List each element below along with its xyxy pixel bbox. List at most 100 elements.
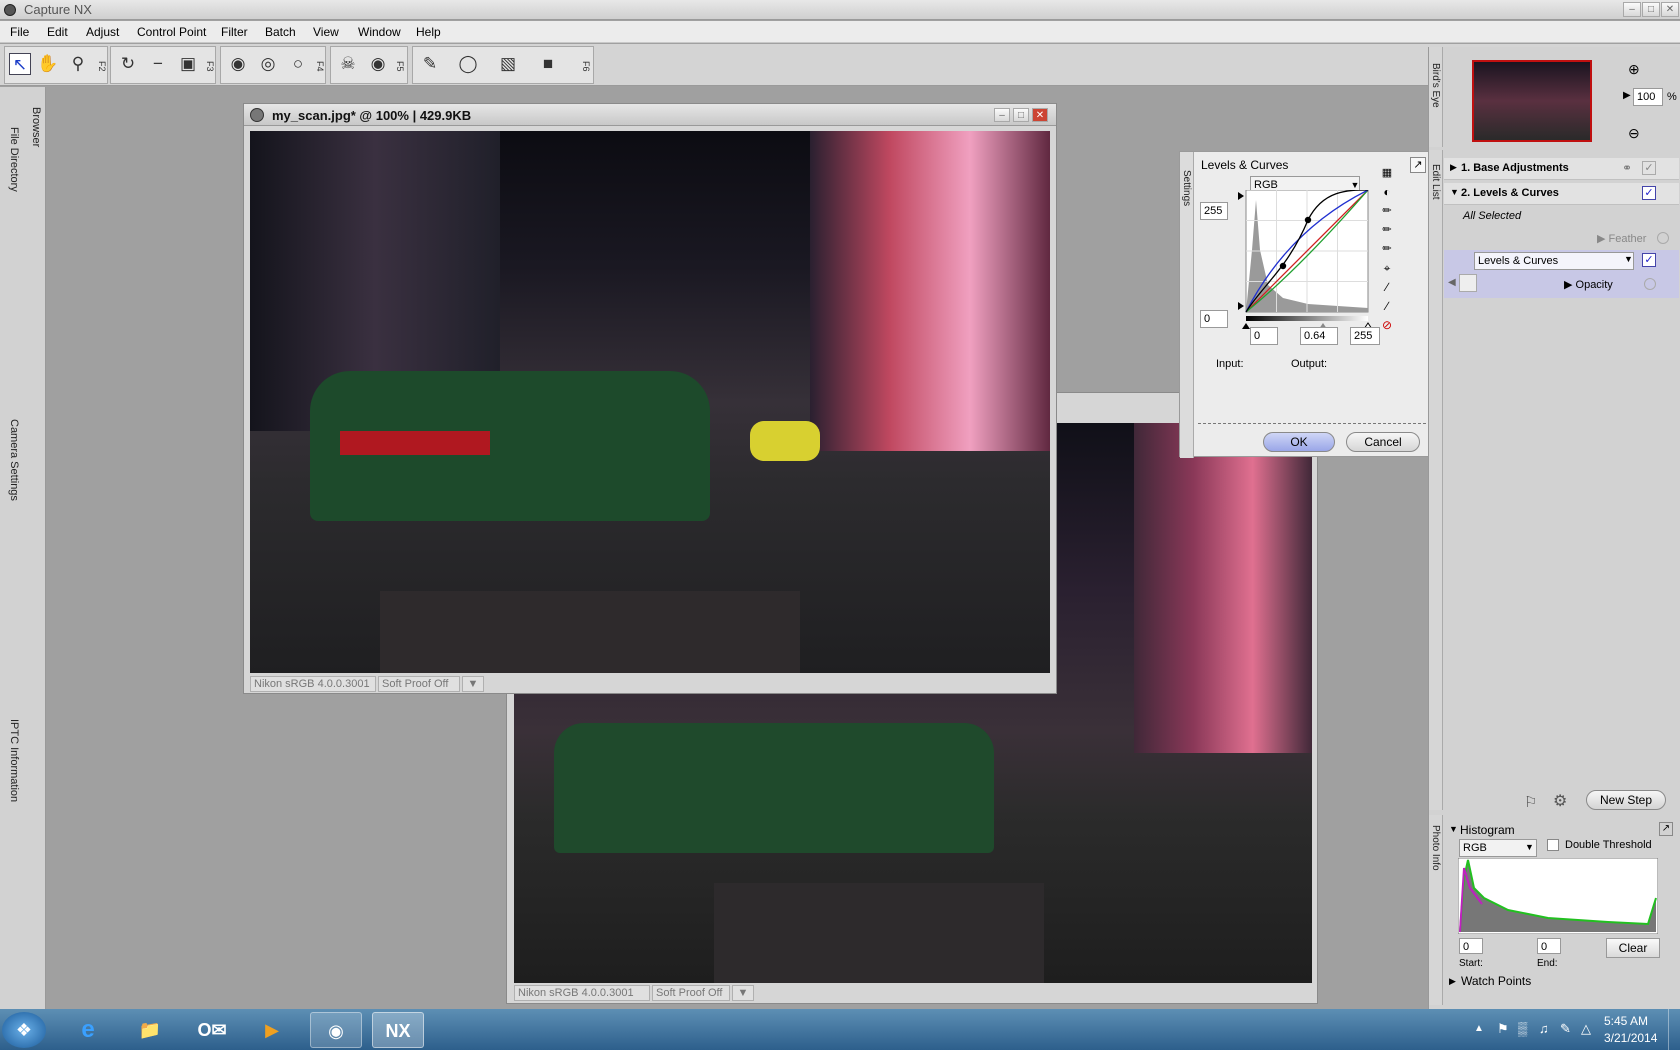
output-min-arrow-icon[interactable] bbox=[1238, 302, 1244, 310]
capture-nx-icon[interactable]: NX bbox=[372, 1012, 424, 1048]
white-control-point-icon[interactable]: ○ bbox=[287, 53, 309, 75]
close-button[interactable]: ✕ bbox=[1661, 2, 1679, 17]
neutral-control-point-icon[interactable]: ◎ bbox=[257, 53, 279, 75]
show-desktop-button[interactable] bbox=[1668, 1009, 1680, 1050]
chrome-icon[interactable]: ◉ bbox=[310, 1012, 362, 1048]
curve-graph[interactable] bbox=[1238, 190, 1374, 330]
menu-file[interactable]: File bbox=[10, 25, 29, 39]
image-window-header[interactable]: my_scan.jpg* @ 100% | 429.9KB – □ ✕ bbox=[244, 104, 1056, 126]
menu-view[interactable]: View bbox=[313, 25, 339, 39]
black-point-slider-icon[interactable] bbox=[1242, 323, 1250, 329]
fill-icon[interactable]: ■ bbox=[537, 53, 559, 75]
watch-points-label[interactable]: Watch Points bbox=[1461, 974, 1531, 988]
lasso-icon[interactable]: ◯ bbox=[457, 53, 479, 75]
menu-help[interactable]: Help bbox=[416, 25, 441, 39]
edit-list-side-tab[interactable]: Edit List bbox=[1429, 150, 1443, 810]
chevron-down-icon[interactable]: ▼ bbox=[1525, 842, 1534, 852]
rotate-icon[interactable]: ↻ bbox=[117, 53, 139, 75]
black-point-field[interactable]: 0 bbox=[1250, 327, 1278, 345]
mask-thumbnail-icon[interactable] bbox=[1459, 274, 1477, 292]
maximize-button[interactable]: □ bbox=[1642, 2, 1660, 17]
feather-label[interactable]: ▶ Feather bbox=[1597, 232, 1646, 245]
opacity-radio[interactable] bbox=[1644, 278, 1656, 290]
step-checkbox[interactable]: ✓ bbox=[1642, 161, 1656, 175]
straighten-icon[interactable]: − bbox=[147, 53, 169, 75]
gray-eyedropper-icon[interactable]: ✏ bbox=[1379, 223, 1395, 239]
output-min-field[interactable]: 0 bbox=[1200, 310, 1228, 328]
image-minimize-button[interactable]: – bbox=[994, 108, 1010, 122]
menu-adjust[interactable]: Adjust bbox=[86, 25, 119, 39]
zoom-in-icon[interactable]: ⊕ bbox=[1628, 61, 1640, 78]
red-eye-control-point-icon[interactable]: ☠ bbox=[337, 53, 359, 75]
red-eye-icon[interactable]: ◉ bbox=[367, 53, 389, 75]
soft-proof-dropdown-icon[interactable]: ▼ bbox=[462, 676, 484, 692]
auto-contrast-icon[interactable]: ∕ bbox=[1379, 299, 1395, 315]
direct-select-arrow-icon[interactable]: ↖ bbox=[9, 53, 31, 75]
double-threshold-checkbox[interactable] bbox=[1547, 839, 1559, 851]
chevron-left-icon[interactable]: ◀ bbox=[1448, 277, 1456, 288]
iptc-information-tab[interactable]: IPTC Information bbox=[8, 719, 20, 802]
menu-control-point[interactable]: Control Point bbox=[137, 25, 206, 39]
zoom-field[interactable]: 100 bbox=[1633, 88, 1663, 106]
clear-button[interactable]: Clear bbox=[1606, 938, 1660, 958]
chevron-down-icon[interactable]: ▼ bbox=[1450, 187, 1459, 197]
edit-step-1[interactable]: ▶ 1. Base Adjustments ⚭ ✓ bbox=[1444, 158, 1679, 180]
hand-icon[interactable]: ✋ bbox=[37, 53, 59, 75]
white-eyedropper-icon[interactable]: ✏ bbox=[1379, 242, 1395, 258]
zoom-out-icon[interactable]: ⊖ bbox=[1628, 125, 1640, 142]
birds-eye-side-tab[interactable]: Bird's Eye bbox=[1429, 47, 1443, 147]
drive-icon[interactable]: △ bbox=[1581, 1021, 1591, 1037]
image-maximize-button[interactable]: □ bbox=[1013, 108, 1029, 122]
chevron-down-icon[interactable]: ▼ bbox=[1449, 824, 1458, 834]
ok-button[interactable]: OK bbox=[1263, 432, 1335, 452]
histogram-icon[interactable]: ▦ bbox=[1379, 166, 1395, 182]
cancel-button[interactable]: Cancel bbox=[1346, 432, 1420, 452]
camera-settings-tab[interactable]: Camera Settings bbox=[8, 419, 20, 501]
zoom-slider-arrow-icon[interactable]: ▶ bbox=[1623, 90, 1631, 101]
reset-icon[interactable]: ⊘ bbox=[1379, 318, 1395, 334]
browser-tab[interactable]: Browser bbox=[30, 107, 42, 147]
window-menu-icon[interactable] bbox=[250, 108, 264, 122]
file-directory-tab[interactable]: File Directory bbox=[8, 127, 20, 192]
file-explorer-icon[interactable]: 📁 bbox=[124, 1012, 176, 1048]
gear-icon[interactable]: ⚙ bbox=[1553, 791, 1567, 811]
volume-icon[interactable]: ♫ bbox=[1539, 1021, 1549, 1036]
image-close-button[interactable]: ✕ bbox=[1032, 108, 1048, 122]
clock-time[interactable]: 5:45 AM bbox=[1604, 1014, 1648, 1028]
contrast-icon[interactable]: ◐ bbox=[1379, 185, 1395, 201]
start-orb-icon[interactable]: ❖ bbox=[2, 1012, 46, 1048]
show-hidden-icons-icon[interactable]: ▲ bbox=[1474, 1023, 1484, 1034]
outlook-icon[interactable]: O✉ bbox=[186, 1012, 238, 1048]
linear-curve-icon[interactable]: ∕ bbox=[1379, 280, 1395, 296]
media-player-icon[interactable]: ▶ bbox=[246, 1012, 298, 1048]
output-max-field[interactable]: 255 bbox=[1200, 202, 1228, 220]
black-control-point-icon[interactable]: ◉ bbox=[227, 53, 249, 75]
start-field[interactable]: 0 bbox=[1459, 938, 1483, 954]
chevron-right-icon[interactable]: ▶ bbox=[1450, 162, 1457, 173]
curve-point[interactable] bbox=[1279, 262, 1287, 270]
feather-radio[interactable] bbox=[1657, 232, 1669, 244]
curve-point[interactable] bbox=[1304, 216, 1312, 224]
step-enabled-checkbox[interactable]: ✓ bbox=[1642, 253, 1656, 267]
menu-filter[interactable]: Filter bbox=[221, 25, 248, 39]
soft-proof-dropdown-icon[interactable]: ▼ bbox=[732, 985, 754, 1001]
internet-explorer-icon[interactable]: e bbox=[62, 1012, 114, 1048]
chevron-right-icon[interactable]: ▶ bbox=[1449, 976, 1456, 987]
opacity-label[interactable]: ▶ Opacity bbox=[1564, 278, 1613, 291]
black-eyedropper-icon[interactable]: ✏ bbox=[1379, 204, 1395, 220]
minimize-button[interactable]: – bbox=[1623, 2, 1641, 17]
step-checkbox[interactable]: ✓ bbox=[1642, 186, 1656, 200]
white-point-field[interactable]: 255 bbox=[1350, 327, 1380, 345]
add-anchor-icon[interactable]: ⌖ bbox=[1379, 261, 1395, 277]
link-icon[interactable]: ⚭ bbox=[1622, 161, 1632, 175]
gradient-icon[interactable]: ▧ bbox=[497, 53, 519, 75]
settings-side-tab[interactable]: Settings bbox=[1180, 152, 1194, 458]
undock-icon[interactable]: ↗ bbox=[1659, 822, 1673, 836]
photo-info-side-tab[interactable]: Photo Info bbox=[1429, 815, 1443, 1005]
undock-icon[interactable]: ↗ bbox=[1410, 157, 1426, 173]
input-icon[interactable]: ✎ bbox=[1560, 1021, 1571, 1037]
end-field[interactable]: 0 bbox=[1537, 938, 1561, 954]
crop-icon[interactable]: ▣ bbox=[177, 53, 199, 75]
image-window-front[interactable]: my_scan.jpg* @ 100% | 429.9KB – □ ✕ Niko… bbox=[243, 103, 1057, 694]
brush-icon[interactable]: ✎ bbox=[419, 53, 441, 75]
